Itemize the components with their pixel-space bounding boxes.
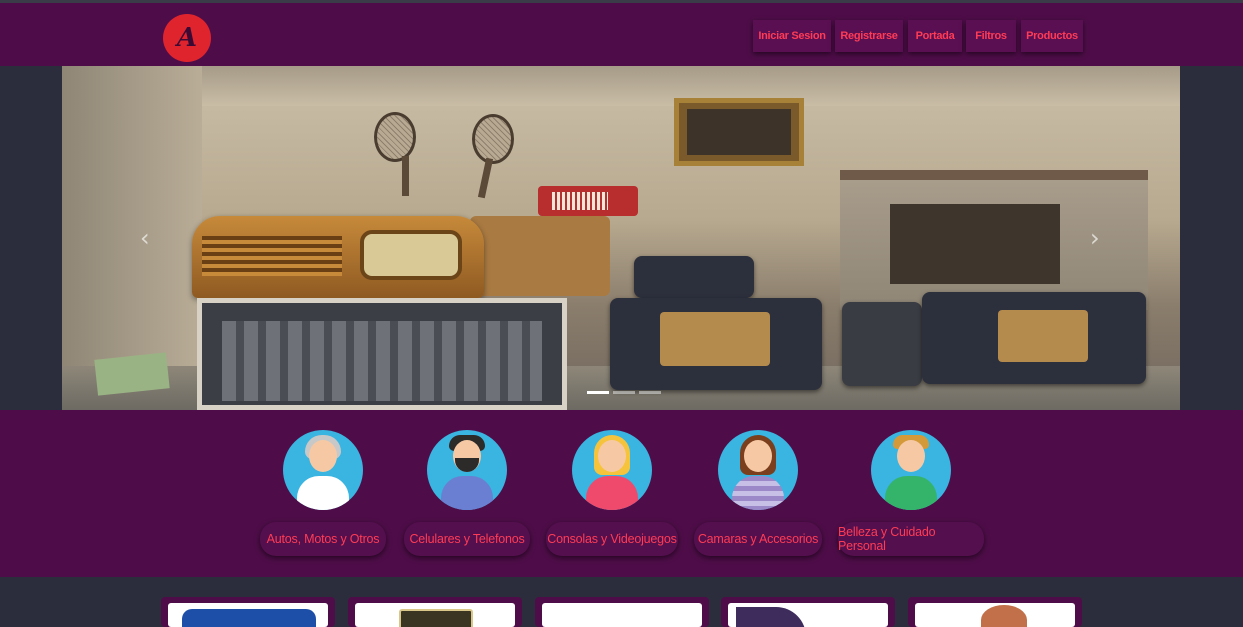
carousel-indicator-2[interactable] bbox=[613, 391, 635, 394]
slide-small-radio bbox=[634, 256, 754, 298]
slide-racket-handle-2 bbox=[477, 157, 494, 199]
slide-fireplace bbox=[840, 170, 1148, 310]
carousel-next-icon[interactable]: › bbox=[1090, 224, 1100, 252]
carousel-prev-icon[interactable]: ‹ bbox=[140, 224, 150, 252]
slide-radio-back bbox=[470, 216, 610, 296]
category-button-consoles[interactable]: Consolas y Videojuegos bbox=[546, 522, 678, 556]
slide-projector bbox=[842, 302, 922, 386]
brand-logo[interactable]: A bbox=[163, 14, 211, 62]
carousel-indicators[interactable] bbox=[587, 391, 661, 394]
category-button-cameras[interactable]: Camaras y Accesorios bbox=[694, 522, 822, 556]
slide-picture-frame bbox=[674, 98, 804, 166]
slide-magazine bbox=[94, 352, 170, 396]
product-card[interactable] bbox=[161, 597, 335, 627]
nav-products-button[interactable]: Productos bbox=[1021, 20, 1083, 52]
slide-red-radio bbox=[538, 186, 638, 216]
nav-home-button[interactable]: Portada bbox=[908, 20, 962, 52]
category-button-autos[interactable]: Autos, Motos y Otros bbox=[260, 522, 386, 556]
young-man-avatar-icon[interactable] bbox=[871, 430, 951, 510]
carousel-indicator-3[interactable] bbox=[639, 391, 661, 394]
nav-register-button[interactable]: Registrarse bbox=[835, 20, 903, 52]
category-button-phones[interactable]: Celulares y Telefonos bbox=[404, 522, 530, 556]
logo-letter: A bbox=[176, 23, 198, 53]
slide-tv-2 bbox=[922, 292, 1146, 384]
carousel-indicator-1[interactable] bbox=[587, 391, 609, 394]
slide-wooden-radio bbox=[192, 216, 484, 298]
slide-tv-1 bbox=[610, 298, 822, 390]
nav-filters-button[interactable]: Filtros bbox=[966, 20, 1016, 52]
product-card[interactable] bbox=[535, 597, 709, 627]
categories-section: Autos, Motos y Otros Celulares y Telefon… bbox=[0, 410, 1243, 577]
product-card[interactable] bbox=[721, 597, 895, 627]
woman-phone-avatar-icon[interactable] bbox=[718, 430, 798, 510]
product-card[interactable] bbox=[908, 597, 1082, 627]
slide-racket-2 bbox=[472, 114, 514, 164]
navbar: A Iniciar Sesion Registrarse Portada Fil… bbox=[0, 3, 1243, 66]
bearded-man-avatar-icon[interactable] bbox=[427, 430, 507, 510]
slide-racket-handle-1 bbox=[402, 156, 409, 196]
nav-login-button[interactable]: Iniciar Sesion bbox=[753, 20, 831, 52]
hero-carousel[interactable]: ‹ › bbox=[62, 66, 1180, 410]
slide-image-ceiling bbox=[62, 66, 1180, 106]
product-card[interactable] bbox=[348, 597, 522, 627]
slide-open-cabinet bbox=[197, 298, 567, 410]
elderly-woman-avatar-icon[interactable] bbox=[283, 430, 363, 510]
blonde-woman-avatar-icon[interactable] bbox=[572, 430, 652, 510]
category-button-beauty[interactable]: Belleza y Cuidado Personal bbox=[838, 522, 984, 556]
slide-racket-1 bbox=[374, 112, 416, 162]
